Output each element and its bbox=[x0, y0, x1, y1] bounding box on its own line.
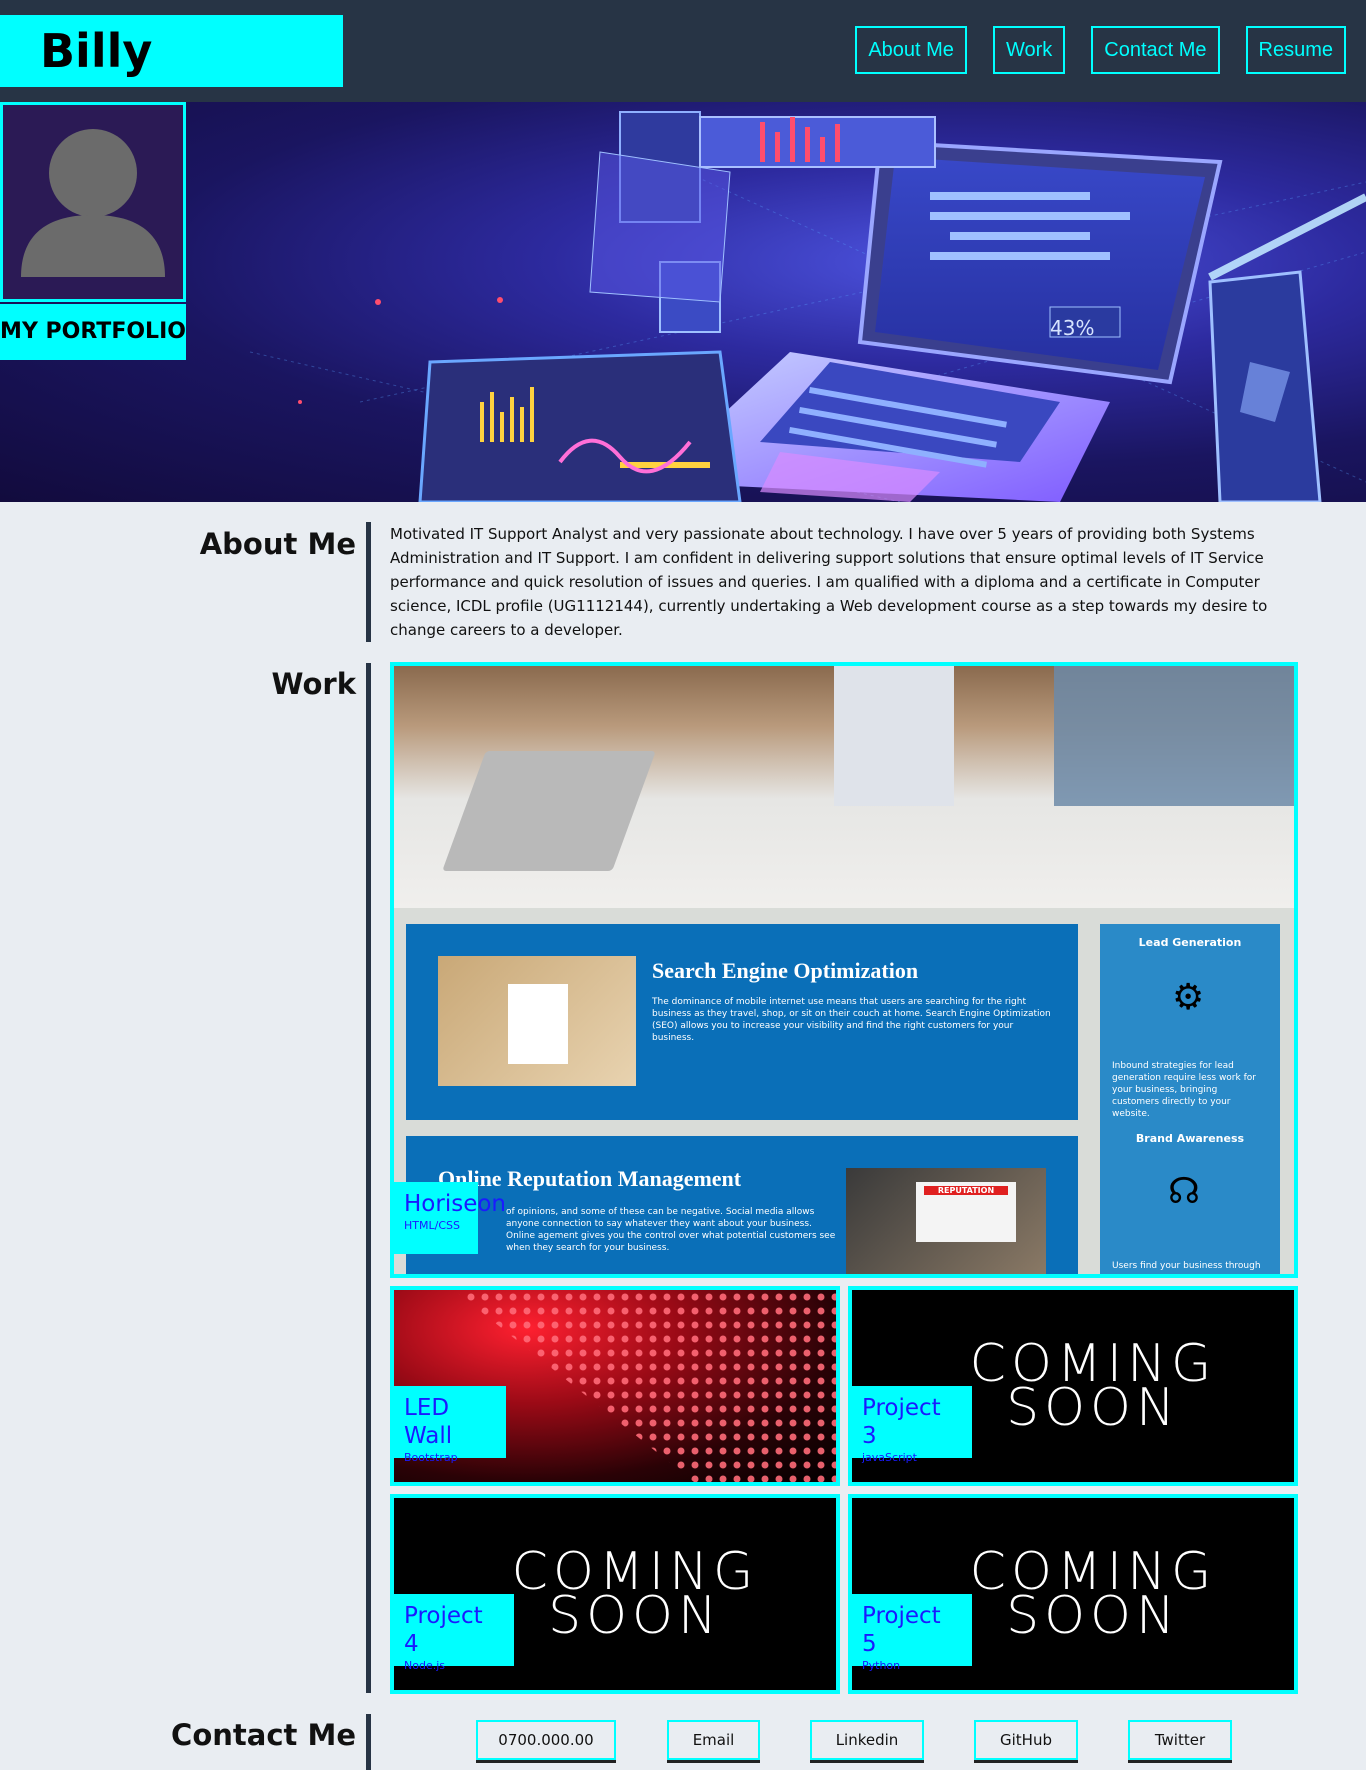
project-title: Project 5 bbox=[862, 1603, 941, 1657]
work-divider bbox=[366, 663, 371, 1693]
seo-panel: Search Engine Optimization The dominance… bbox=[406, 924, 1078, 1120]
work-title: Work bbox=[271, 667, 356, 701]
seo-notebook bbox=[508, 984, 568, 1064]
project-title: Project 3 bbox=[862, 1395, 941, 1449]
brand-awareness-text: Users find your business through bbox=[1112, 1261, 1261, 1271]
project-label-5: Project 5 Python bbox=[852, 1594, 972, 1672]
contact-title: Contact Me bbox=[171, 1718, 356, 1752]
about-title: About Me bbox=[199, 527, 356, 561]
contact-linkedin-button[interactable]: Linkedin bbox=[810, 1720, 924, 1760]
project-card-led-wall[interactable]: LED Wall Bootstrap bbox=[390, 1286, 840, 1486]
orm-text: of opinions, and some of these can be ne… bbox=[506, 1207, 836, 1253]
orm-photo: REPUTATION bbox=[846, 1168, 1046, 1274]
brand-awareness-title: Brand Awareness bbox=[1135, 1132, 1245, 1145]
screen-percentage: 43% bbox=[1050, 316, 1094, 340]
contact-twitter-button[interactable]: Twitter bbox=[1128, 1720, 1232, 1760]
shirt-shape bbox=[834, 666, 954, 806]
reputation-badge: REPUTATION bbox=[924, 1186, 1008, 1195]
site-brand: Billy Golooba bbox=[0, 15, 343, 150]
orm-panel: Online Reputation Management of opinions… bbox=[406, 1136, 1078, 1274]
hero-illustration: 43% bbox=[249, 111, 1366, 502]
project-tech: javaScript bbox=[862, 1451, 917, 1464]
project-card-3[interactable]: COMING SOON Project 3 javaScript bbox=[848, 1286, 1298, 1486]
orm-laptop-screen: REPUTATION bbox=[916, 1182, 1016, 1242]
about-text: Motivated IT Support Analyst and very pa… bbox=[390, 525, 1268, 639]
meeting-photo bbox=[394, 666, 1294, 908]
project-card-horiseon[interactable]: Search Engine Optimization The dominance… bbox=[390, 662, 1298, 1278]
contact-divider bbox=[366, 1714, 371, 1770]
user-silhouette-icon bbox=[21, 129, 165, 277]
project-tech: Python bbox=[862, 1659, 901, 1672]
contact-github-button[interactable]: GitHub bbox=[974, 1720, 1078, 1760]
project-tech: Node.js bbox=[404, 1659, 445, 1672]
project-label-horiseon: Horiseon HTML/CSS bbox=[394, 1182, 506, 1254]
project-card-5[interactable]: COMING SOON Project 5 Python bbox=[848, 1494, 1298, 1694]
seo-text: The dominance of mobile internet use mea… bbox=[652, 997, 1051, 1043]
orm-title: Online Reputation Management bbox=[438, 1166, 742, 1191]
project-title: Horiseon bbox=[404, 1191, 506, 1217]
project-tech: HTML/CSS bbox=[404, 1219, 460, 1232]
project-label-3: Project 3 javaScript bbox=[852, 1386, 972, 1464]
services-column: Lead Generation ⚙ Inbound strategies for… bbox=[1100, 924, 1280, 1274]
nav-work[interactable]: Work bbox=[992, 26, 1066, 74]
seo-photo bbox=[438, 956, 636, 1086]
seo-title: Search Engine Optimization bbox=[652, 958, 919, 983]
avatar bbox=[0, 102, 186, 302]
nav-resume[interactable]: Resume bbox=[1245, 26, 1346, 74]
project-title: LED Wall bbox=[404, 1395, 453, 1449]
lead-generation-text: Inbound strategies for lead generation r… bbox=[1112, 1061, 1256, 1119]
hero-banner: 43% MY PORTFOLIO bbox=[0, 102, 1366, 502]
contact-email-button[interactable]: Email bbox=[667, 1720, 760, 1760]
lead-generation-icon: ⚙ bbox=[1172, 977, 1205, 1018]
portfolio-label: MY PORTFOLIO bbox=[0, 304, 186, 360]
project-tech: Bootstrap bbox=[404, 1451, 458, 1464]
contact-phone-button[interactable]: 0700.000.00 bbox=[476, 1720, 616, 1760]
laptop-shape bbox=[442, 751, 656, 871]
project-label-led-wall: LED Wall Bootstrap bbox=[394, 1386, 506, 1464]
about-divider bbox=[366, 522, 371, 642]
nav-contact-me[interactable]: Contact Me bbox=[1091, 26, 1220, 74]
denim-sleeve-shape bbox=[1054, 666, 1294, 806]
lead-generation-title: Lead Generation bbox=[1138, 936, 1242, 949]
project-title: Project 4 bbox=[404, 1603, 483, 1657]
nav-about-me[interactable]: About Me bbox=[855, 26, 967, 74]
site-header: Billy Golooba About Me Work Contact Me R… bbox=[0, 0, 1366, 150]
project-label-4: Project 4 Node.js bbox=[394, 1594, 514, 1672]
brand-awareness-icon: ☊ bbox=[1168, 1171, 1200, 1212]
main-nav: About Me Work Contact Me Resume bbox=[855, 26, 1346, 74]
project-card-4[interactable]: COMING SOON Project 4 Node.js bbox=[390, 1494, 840, 1694]
